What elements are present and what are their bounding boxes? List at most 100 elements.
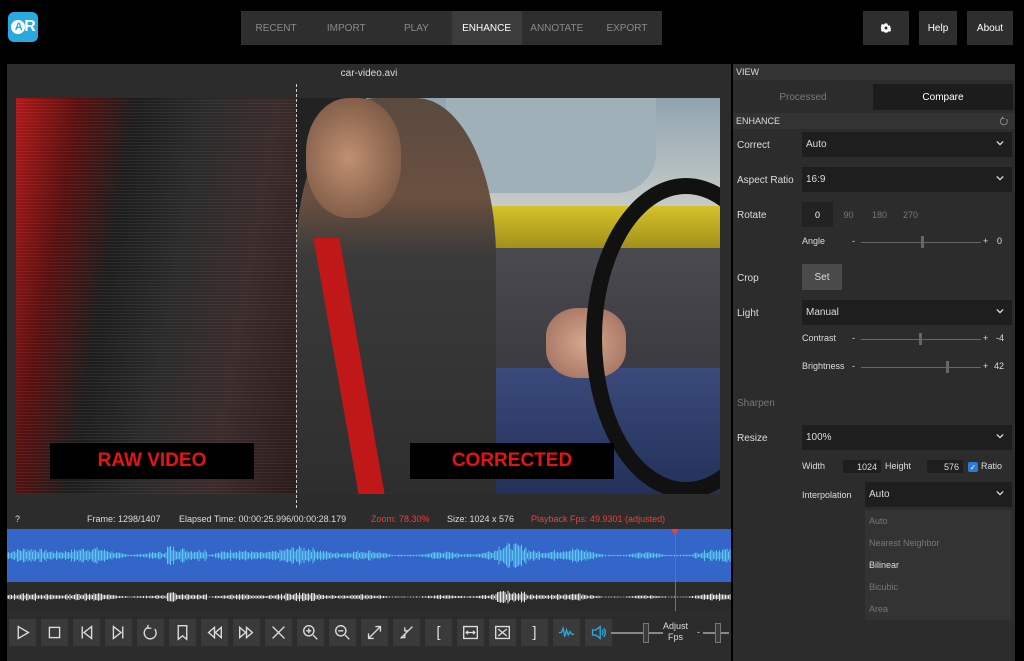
- contrast-label: Contrast: [802, 333, 837, 343]
- tab-play[interactable]: PLAY: [381, 11, 451, 45]
- main-nav: RECENT IMPORT PLAY ENHANCE ANNOTATE EXPO…: [241, 11, 662, 45]
- waveform-icon: [558, 625, 575, 637]
- correct-select[interactable]: Auto: [802, 132, 1012, 157]
- raw-video-frame: [16, 98, 296, 494]
- loop-button[interactable]: [137, 619, 164, 646]
- waveform-button[interactable]: [553, 619, 580, 646]
- help-button[interactable]: Help: [919, 11, 957, 45]
- angle-value: 0: [997, 236, 1003, 246]
- interp-option-bilinear[interactable]: Bilinear: [865, 554, 1012, 576]
- audio-waveform-overview[interactable]: [6, 584, 731, 610]
- correct-label: Correct: [737, 140, 770, 151]
- clear-button[interactable]: [265, 619, 292, 646]
- interpolation-select[interactable]: Auto: [865, 482, 1012, 507]
- video-panel: car-video.avi RAW VIDEO CORRECTED ? Fram…: [6, 64, 731, 661]
- volume-icon: [591, 625, 606, 640]
- fit-width-button[interactable]: [457, 619, 484, 646]
- compare-divider[interactable]: [296, 84, 297, 508]
- tab-processed[interactable]: Processed: [733, 84, 873, 110]
- angle-slider-knob[interactable]: [921, 236, 924, 248]
- corrected-video-frame: [296, 98, 720, 494]
- bookmark-button[interactable]: [169, 619, 196, 646]
- brightness-minus[interactable]: -: [852, 361, 855, 371]
- interp-option-auto[interactable]: Auto: [865, 510, 1012, 532]
- tab-export[interactable]: EXPORT: [592, 11, 662, 45]
- status-fps: Playback Fps: 49.9301 (adjusted): [531, 514, 666, 524]
- mark-in-icon: [: [436, 624, 441, 641]
- clear-icon: [272, 626, 285, 639]
- brightness-slider-knob[interactable]: [946, 361, 950, 373]
- aspect-ratio-select[interactable]: 16:9: [802, 167, 1012, 192]
- volume-button[interactable]: [585, 619, 612, 646]
- stop-button[interactable]: [41, 619, 68, 646]
- fit-all-button[interactable]: [489, 619, 516, 646]
- audio-waveform-main[interactable]: [6, 529, 731, 582]
- fps-slider-track[interactable]: [611, 632, 663, 634]
- crop-set-button[interactable]: Set: [802, 264, 842, 290]
- angle-plus[interactable]: +: [983, 236, 988, 246]
- interp-option-nearest[interactable]: Nearest Neighbor: [865, 532, 1012, 554]
- shrink-button[interactable]: [393, 619, 420, 646]
- about-button[interactable]: About: [967, 11, 1013, 45]
- raw-video-label: RAW VIDEO: [50, 443, 254, 479]
- playback-controls: [ ] Adjust Fps -: [7, 615, 731, 651]
- skip-start-button[interactable]: [73, 619, 100, 646]
- interp-option-bicubic[interactable]: Bicubic: [865, 576, 1012, 598]
- fast-forward-button[interactable]: [233, 619, 260, 646]
- play-button[interactable]: [9, 619, 36, 646]
- expand-icon: [367, 625, 382, 640]
- brightness-value: 42: [994, 361, 1005, 371]
- contrast-minus[interactable]: -: [852, 333, 855, 343]
- settings-button[interactable]: [863, 11, 909, 45]
- tab-compare[interactable]: Compare: [873, 84, 1013, 110]
- light-select[interactable]: Manual: [802, 300, 1012, 325]
- interp-option-area[interactable]: Area: [865, 598, 1012, 620]
- light-label: Light: [737, 308, 759, 319]
- skip-end-button[interactable]: [105, 619, 132, 646]
- view-section-header: VIEW: [733, 64, 1015, 80]
- reset-icon[interactable]: [999, 116, 1009, 126]
- mark-out-button[interactable]: ]: [521, 619, 548, 646]
- tab-annotate[interactable]: ANNOTATE: [522, 11, 592, 45]
- resize-select[interactable]: 100%: [802, 425, 1012, 450]
- angle-minus[interactable]: -: [852, 236, 855, 246]
- angle-label: Angle: [802, 236, 826, 246]
- video-viewport[interactable]: [16, 98, 720, 494]
- fps-minus[interactable]: -: [697, 627, 700, 637]
- tab-recent[interactable]: RECENT: [241, 11, 311, 45]
- brightness-plus[interactable]: +: [983, 361, 988, 371]
- tab-enhance[interactable]: ENHANCE: [451, 11, 522, 45]
- ratio-label: Ratio: [981, 461, 1003, 471]
- contrast-plus[interactable]: +: [983, 333, 988, 343]
- fps-slider-knob-2[interactable]: [715, 623, 721, 643]
- tab-import[interactable]: IMPORT: [311, 11, 381, 45]
- ratio-checkbox[interactable]: ✓: [968, 462, 978, 472]
- contrast-value: -4: [996, 333, 1005, 343]
- contrast-slider-knob[interactable]: [918, 333, 922, 345]
- playhead[interactable]: [671, 529, 679, 611]
- play-icon: [17, 625, 30, 640]
- zoom-out-button[interactable]: [329, 619, 356, 646]
- rewind-button[interactable]: [201, 619, 228, 646]
- rotate-270-button[interactable]: 270: [895, 202, 926, 227]
- app-logo: AR: [8, 12, 38, 42]
- expand-button[interactable]: [361, 619, 388, 646]
- zoom-in-button[interactable]: [297, 619, 324, 646]
- status-zoom: Zoom: 78.30%: [371, 514, 430, 524]
- status-question[interactable]: ?: [15, 514, 20, 524]
- status-frame: Frame: 1298/1407: [87, 514, 161, 524]
- rotate-label: Rotate: [737, 210, 767, 221]
- mark-in-button[interactable]: [: [425, 619, 452, 646]
- fps-slider-knob[interactable]: [643, 623, 649, 643]
- shrink-icon: [400, 626, 413, 639]
- width-input[interactable]: 1024: [843, 460, 881, 473]
- brightness-slider-track[interactable]: [861, 367, 981, 368]
- status-elapsed: Elapsed Time: 00:00:25.996/00:00:28.179: [179, 514, 347, 524]
- rotate-0-button[interactable]: 0: [802, 202, 833, 227]
- rotate-90-button[interactable]: 90: [833, 202, 864, 227]
- skip-start-icon: [81, 625, 93, 640]
- chevron-down-icon: [996, 175, 1004, 181]
- width-label: Width: [802, 461, 826, 471]
- height-input[interactable]: 576: [927, 460, 963, 473]
- rotate-180-button[interactable]: 180: [864, 202, 895, 227]
